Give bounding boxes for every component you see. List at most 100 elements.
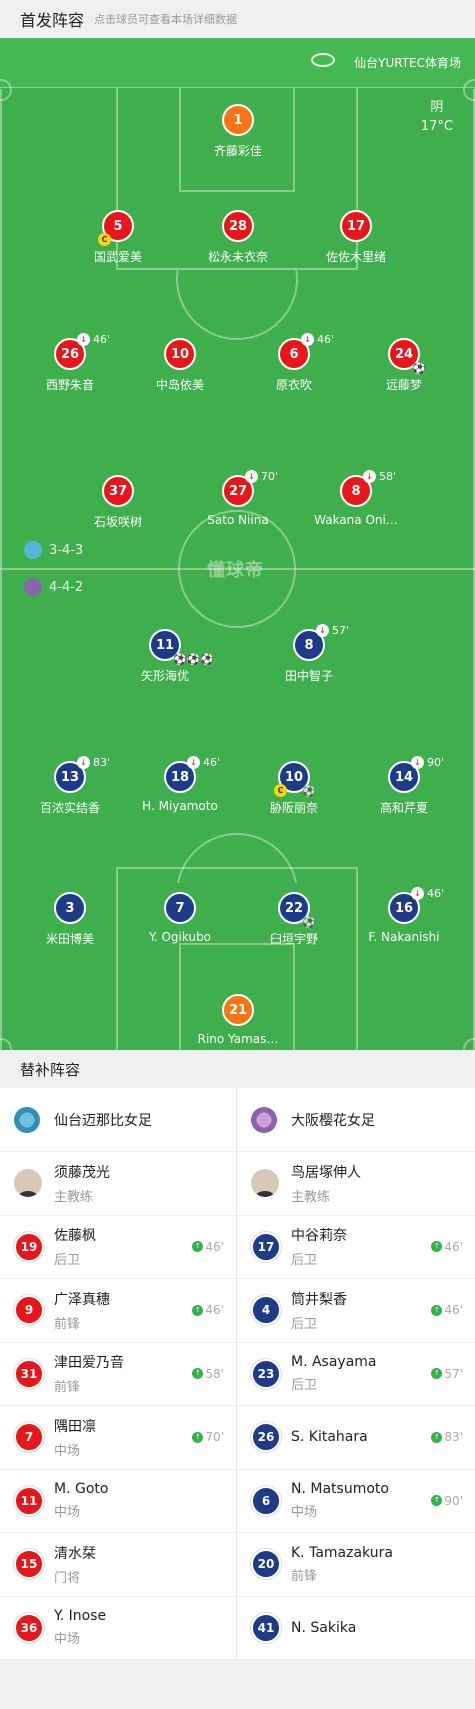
pitch-player[interactable]: 27 ↓ 70' Sato Niina [178, 470, 298, 527]
home-coach-row[interactable]: 须藤茂光 主教练 [0, 1152, 236, 1216]
player-number-badge: 10 [164, 338, 196, 370]
sub-player-name: 广泽真穗 [54, 1291, 110, 1308]
player-number: 27 [228, 483, 248, 499]
sub-player-row[interactable]: 41 N. Sakika [237, 1597, 475, 1660]
pitch-player[interactable]: 18 ↓ 46' H. Miyamoto [120, 756, 240, 813]
substitution-marker: ↓ 46' [411, 887, 444, 900]
player-name: 石坂咲树 [93, 515, 142, 529]
pitch-player[interactable]: 22 ⚽ 臼垣宇野 [234, 892, 354, 947]
sub-player-row[interactable]: 9 广泽真穗 前锋 ↑ 46' [0, 1279, 236, 1343]
pitch-player[interactable]: 8 ↓ 57' 田中智子 [249, 624, 369, 684]
pitch: 仙台YURTEC体育场 阴 17°C 懂球帝 3-4-3 4-4-2 1 齐藤彩佳… [0, 38, 475, 1050]
sub-player-row[interactable]: 19 佐藤枫 后卫 ↑ 46' [0, 1216, 236, 1279]
sub-player-row[interactable]: 36 Y. Inose 中场 [0, 1597, 236, 1660]
away-coach-row[interactable]: 鸟居塚伸人 主教练 [237, 1152, 475, 1216]
player-number: 13 [60, 769, 80, 785]
player-number: 16 [394, 900, 414, 916]
sub-in-minute: 46' [444, 1303, 463, 1317]
sub-number-badge: 9 [14, 1295, 44, 1326]
away-formation: 4-4-2 [24, 578, 83, 596]
pitch-player[interactable]: 3 米田博美 [10, 892, 130, 947]
pitch-player[interactable]: 28 松永未衣奈 [178, 210, 298, 265]
sub-number-badge: 41 [251, 1612, 281, 1643]
pitch-player[interactable]: 14 ↓ 90' 高和芹夏 [344, 756, 464, 816]
pitch-player[interactable]: 11 ⚽⚽⚽ 矢形海优 [105, 629, 225, 684]
coach-role: 主教练 [54, 1189, 94, 1205]
pitch-player[interactable]: 21 Rino Yamas… [178, 994, 298, 1046]
player-name: 齐藤彩佳 [213, 144, 262, 158]
sub-player-name: S. Kitahara [291, 1429, 368, 1446]
pitch-player[interactable]: 8 ↓ 58' Wakana Oni… [296, 470, 416, 527]
substitution-marker: ↓ 83' [77, 756, 110, 769]
sub-in-icon: ↑ [192, 1431, 204, 1443]
home-team-row[interactable]: 仙台迈那比女足 [0, 1088, 236, 1152]
pitch-player[interactable]: 10 C ⚽ 胁阪丽奈 [234, 761, 354, 816]
player-number-badge: 7 [164, 892, 196, 924]
pitch-player[interactable]: 26 ↓ 46' 西野朱音 [10, 333, 130, 393]
sub-minute: 58' [379, 470, 397, 483]
pitch-player[interactable]: 10 中岛依美 [120, 338, 240, 393]
sub-player-row[interactable]: 11 M. Goto 中场 [0, 1470, 236, 1533]
player-number: 26 [60, 346, 80, 362]
sub-in-minute: 46' [205, 1303, 224, 1317]
sub-in-icon: ↑ [192, 1304, 204, 1316]
sub-player-row[interactable]: 4 筒井梨香 后卫 ↑ 46' [237, 1279, 475, 1343]
assist-boot-icon: ⚽ [302, 785, 316, 798]
pitch-player[interactable]: 5 C 国武爱美 [58, 210, 178, 265]
away-team-logo-icon [24, 578, 42, 596]
player-number-badge: 1 [222, 104, 254, 136]
sub-player-position: 后卫 [291, 1253, 318, 1269]
player-number-badge: 17 [340, 210, 372, 242]
sub-minute: 46' [203, 756, 221, 769]
pitch-player[interactable]: 1 齐藤彩佳 [178, 104, 298, 159]
sub-player-row[interactable]: 15 清水栞 门将 [0, 1533, 236, 1597]
sub-number-badge: 23 [251, 1358, 281, 1389]
pitch-player[interactable]: 16 ↓ 46' F. Nakanishi [344, 887, 464, 944]
sub-player-row[interactable]: 7 隅田凛 中场 ↑ 70' [0, 1406, 236, 1470]
sub-player-name: N. Sakika [291, 1619, 357, 1636]
sub-player-row[interactable]: 31 津田爱乃音 前锋 ↑ 58' [0, 1343, 236, 1406]
sub-out-icon: ↓ [363, 470, 376, 483]
player-number: 11 [155, 637, 175, 653]
player-number: 24 [394, 346, 414, 362]
sub-player-position: 后卫 [291, 1316, 318, 1332]
sub-number-badge: 20 [251, 1549, 281, 1580]
sub-in-minute: 46' [205, 1239, 224, 1254]
pitch-player[interactable]: 37 石坂咲树 [58, 475, 178, 530]
away-team-row[interactable]: 大阪樱花女足 [237, 1088, 475, 1152]
sub-number-badge: 19 [14, 1231, 44, 1262]
player-number: 3 [65, 900, 75, 916]
player-number-badge: 8 ↓ 58' [340, 470, 396, 507]
sub-player-row[interactable]: 17 中谷莉奈 后卫 ↑ 46' [237, 1216, 475, 1279]
sub-player-row[interactable]: 20 K. Tamazakura 前锋 [237, 1533, 475, 1597]
player-name: 臼垣宇野 [269, 932, 318, 946]
substitution-marker: ↓ 46' [77, 333, 110, 346]
sub-player-row[interactable]: 6 N. Matsumoto 中场 ↑ 90' [237, 1470, 475, 1533]
sub-number-badge: 36 [14, 1612, 44, 1643]
home-formation-label: 3-4-3 [49, 542, 84, 558]
away-subs-column: 大阪樱花女足 鸟居塚伸人 主教练 17 中谷莉奈 后卫 ↑ 46' 4 筒井梨香 后卫 ↑ 46'… [237, 1088, 475, 1660]
sub-player-name: M. Goto [54, 1481, 109, 1498]
sub-number-badge: 17 [251, 1231, 281, 1262]
sub-minute: 90' [427, 756, 445, 769]
lineup-subtitle: 点击球员可查看本场详细数据 [94, 13, 238, 26]
sub-player-position: 中场 [54, 1505, 81, 1521]
sub-player-name: 津田爱乃音 [54, 1355, 124, 1372]
player-number: 8 [304, 637, 314, 653]
player-number-badge: 11 ⚽⚽⚽ [149, 629, 214, 666]
sub-in-time: ↑ 46' [192, 1240, 224, 1254]
player-name: 西野朱音 [45, 378, 94, 392]
player-number: 18 [170, 769, 190, 785]
pitch-player[interactable]: 6 ↓ 46' 原衣吹 [234, 333, 354, 393]
sub-player-row[interactable]: 26 S. Kitahara ↑ 83' [237, 1406, 475, 1470]
sub-player-row[interactable]: 23 M. Asayama 后卫 ↑ 57' [237, 1343, 475, 1406]
pitch-player[interactable]: 7 Y. Ogikubo [120, 892, 240, 944]
home-team-name: 仙台迈那比女足 [54, 1112, 152, 1129]
pitch-player[interactable]: 17 佐佐木里绪 [296, 210, 416, 265]
sub-number-badge: 11 [14, 1485, 44, 1516]
player-number: 21 [228, 1002, 248, 1018]
sub-player-name: K. Tamazakura [291, 1544, 393, 1561]
pitch-player[interactable]: 24 ⚽ 远藤梦 [344, 338, 464, 393]
pitch-player[interactable]: 13 ↓ 83' 百浓实结香 [10, 756, 130, 816]
sub-player-position: 中场 [54, 1632, 81, 1648]
